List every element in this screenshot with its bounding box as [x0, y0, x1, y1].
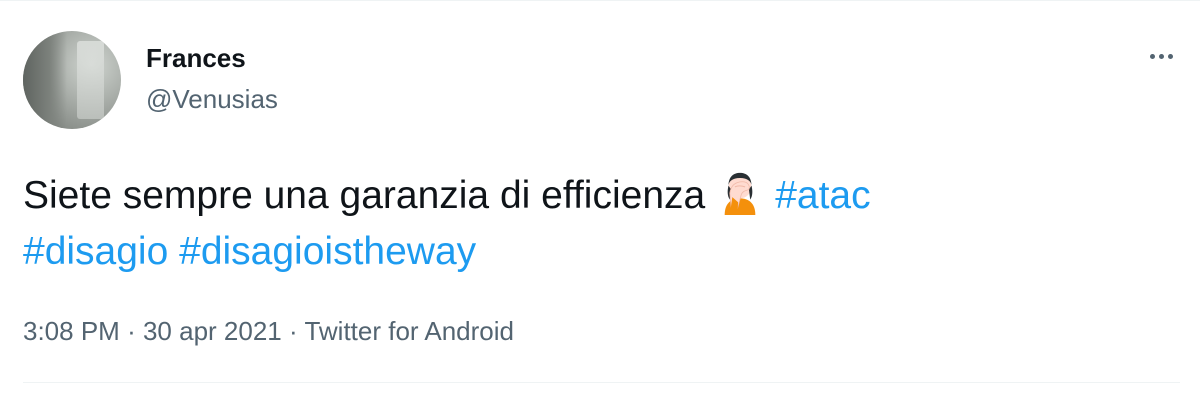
more-horizontal-icon-dot: [1167, 53, 1173, 59]
meta-separator: ·: [127, 316, 136, 346]
hashtag-link[interactable]: #disagio: [23, 230, 168, 273]
avatar-highlight: [76, 40, 105, 120]
woman-facepalming-icon: [724, 172, 756, 215]
top-divider: [0, 0, 1200, 1]
bottom-divider: [23, 382, 1180, 383]
meta-separator: ·: [289, 316, 298, 346]
more-horizontal-icon-dot: [1158, 53, 1164, 59]
hashtag-link[interactable]: #disagioistheway: [179, 230, 476, 273]
hashtag-link[interactable]: #atac: [775, 174, 870, 217]
tweet-date[interactable]: 30 apr 2021: [143, 316, 282, 346]
tweet-source[interactable]: Twitter for Android: [304, 316, 514, 346]
more-options-button[interactable]: [1138, 40, 1184, 72]
avatar-shadow: [23, 31, 68, 129]
avatar[interactable]: [23, 31, 121, 129]
tweet-metadata: 3:08 PM · 30 apr 2021 · Twitter for Andr…: [23, 314, 514, 348]
tweet: Frances @Venusias Siete sempre una garan…: [0, 0, 1200, 402]
tweet-time[interactable]: 3:08 PM: [23, 316, 120, 346]
author-name[interactable]: Frances: [146, 43, 246, 73]
tweet-text-body: Siete sempre una garanzia di efficienza: [23, 174, 706, 217]
more-horizontal-icon: [1149, 53, 1155, 59]
tweet-text: Siete sempre una garanzia di efficienza …: [23, 168, 1173, 280]
author-handle[interactable]: @Venusias: [146, 84, 278, 114]
